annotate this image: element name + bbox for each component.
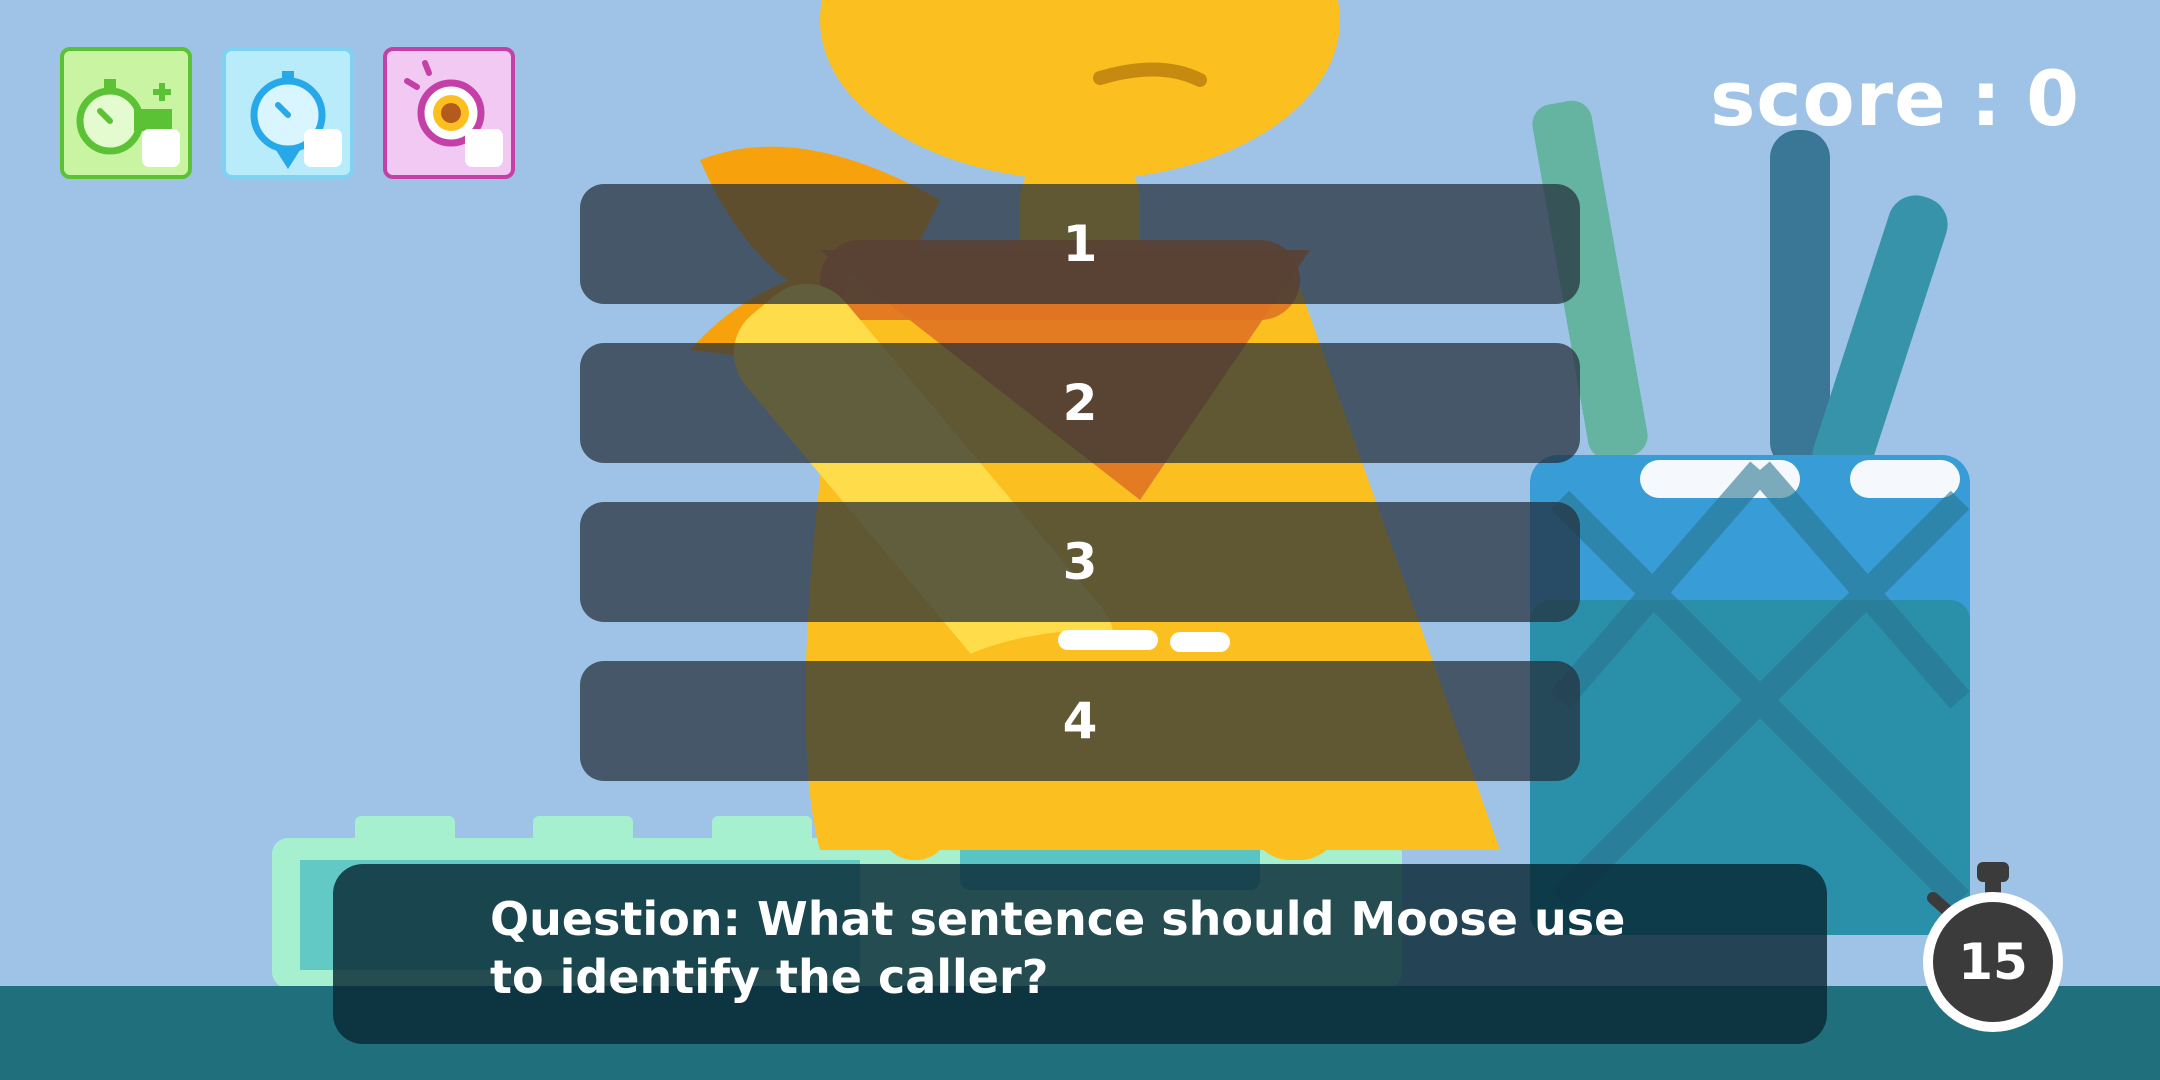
answer-label: 4 (1062, 692, 1098, 750)
answer-button-1[interactable]: 1 (580, 184, 1580, 304)
answer-label: 3 (1062, 533, 1098, 591)
pencil-cup (1530, 100, 1970, 935)
powerup-time-bonus[interactable] (60, 47, 192, 179)
question-panel: Question: What sentence should Moose use… (333, 864, 1827, 1044)
answer-button-2[interactable]: 2 (580, 343, 1580, 463)
powerup-count-box (142, 129, 180, 167)
score-separator: : (1970, 54, 2003, 143)
powerup-count-box (304, 129, 342, 167)
answer-button-3[interactable]: 3 (580, 502, 1580, 622)
score-value: 0 (2026, 54, 2080, 143)
timer-value: 15 (1958, 933, 2028, 991)
score-label: score (1710, 54, 1947, 143)
powerup-time-freeze[interactable] (222, 47, 354, 179)
answer-label: 1 (1062, 215, 1098, 273)
score-display: score : 0 (1710, 54, 2080, 143)
powerup-count-box (465, 129, 503, 167)
answer-button-4[interactable]: 4 (580, 661, 1580, 781)
countdown-timer: 15 (1913, 858, 2073, 1038)
powerup-focus[interactable] (383, 47, 515, 179)
answer-label: 2 (1062, 374, 1098, 432)
question-text: Question: What sentence should Moose use… (490, 892, 1626, 1004)
